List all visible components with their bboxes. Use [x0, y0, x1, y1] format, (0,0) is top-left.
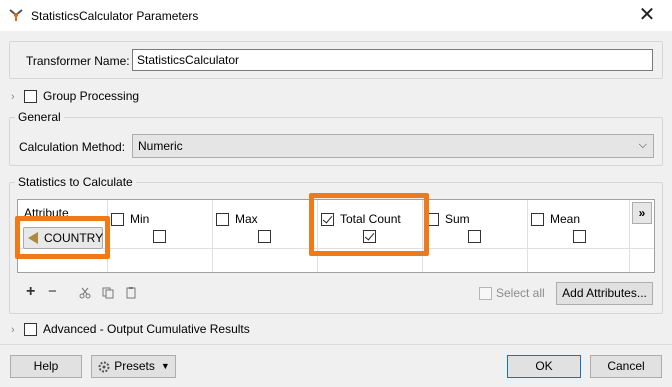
column-header-max[interactable]: Max — [216, 206, 258, 232]
select-all-row: Select all — [479, 286, 545, 300]
highlight-total-count — [309, 193, 429, 256]
close-button[interactable]: ✕ — [633, 3, 661, 27]
min-header-label: Min — [130, 212, 150, 226]
double-chevron-right-icon: » — [638, 206, 646, 220]
max-header-checkbox[interactable] — [216, 212, 229, 226]
min-cell-checkbox[interactable] — [153, 230, 166, 243]
transformer-name-input[interactable]: StatisticsCalculator — [132, 49, 653, 71]
presets-gear-icon — [98, 361, 110, 372]
select-all-checkbox — [479, 286, 492, 300]
advanced-label: Advanced - Output Cumulative Results — [43, 322, 250, 336]
close-icon: ✕ — [638, 4, 656, 26]
column-header-sum[interactable]: Sum — [426, 206, 470, 232]
column-header-mean[interactable]: Mean — [531, 206, 580, 232]
col-divider — [527, 200, 528, 272]
mean-header-label: Mean — [550, 212, 581, 226]
presets-button[interactable]: Presets ▼ — [91, 355, 176, 378]
select-all-label: Select all — [496, 286, 545, 300]
statistics-group-title: Statistics to Calculate — [15, 175, 136, 189]
calc-method-label: Calculation Method: — [19, 140, 126, 154]
chevron-down-icon: ⌵ — [638, 139, 647, 151]
group-processing-checkbox[interactable] — [24, 89, 37, 103]
expand-chevron-icon[interactable]: › — [11, 324, 21, 336]
min-header-checkbox[interactable] — [111, 212, 124, 226]
column-header-min[interactable]: Min — [111, 206, 149, 232]
sum-cell-checkbox[interactable] — [468, 230, 481, 243]
transformer-app-icon — [9, 9, 23, 21]
sum-header-label: Sum — [445, 212, 470, 226]
help-button[interactable]: Help — [10, 355, 82, 378]
window-title: StatisticsCalculator Parameters — [31, 9, 199, 23]
mean-cell-checkbox[interactable] — [573, 230, 586, 243]
col-divider — [212, 200, 213, 272]
scroll-columns-right-button[interactable]: » — [632, 202, 652, 224]
add-attributes-button[interactable]: Add Attributes... — [556, 282, 653, 305]
group-processing-checkbox-row[interactable]: Group Processing — [24, 89, 139, 103]
general-group-title: General — [15, 110, 64, 124]
ok-button[interactable]: OK — [507, 355, 581, 378]
dropdown-triangle-icon: ▼ — [160, 361, 170, 371]
calc-method-value: Numeric — [138, 139, 183, 153]
footer-separator — [0, 344, 672, 345]
presets-label: Presets — [114, 359, 155, 373]
add-row-button[interactable]: + — [26, 284, 35, 300]
clipboard-icon[interactable] — [125, 286, 137, 299]
cancel-button[interactable]: Cancel — [590, 355, 662, 378]
col-divider — [629, 200, 630, 272]
copy-icon[interactable] — [102, 287, 114, 299]
advanced-checkbox[interactable] — [24, 322, 37, 336]
max-header-label: Max — [235, 212, 258, 226]
transformer-name-label: Transformer Name: — [26, 54, 130, 68]
expand-chevron-icon[interactable]: › — [11, 91, 21, 103]
calc-method-dropdown[interactable]: Numeric ⌵ — [132, 134, 654, 158]
title-bar: StatisticsCalculator Parameters ✕ — [0, 0, 672, 31]
highlight-attribute — [15, 216, 110, 259]
remove-row-button[interactable]: − — [48, 284, 57, 300]
mean-header-checkbox[interactable] — [531, 212, 544, 226]
scissors-icon[interactable] — [79, 287, 91, 299]
max-cell-checkbox[interactable] — [258, 230, 271, 243]
advanced-checkbox-row[interactable]: Advanced - Output Cumulative Results — [24, 322, 250, 336]
group-processing-label: Group Processing — [43, 89, 140, 103]
